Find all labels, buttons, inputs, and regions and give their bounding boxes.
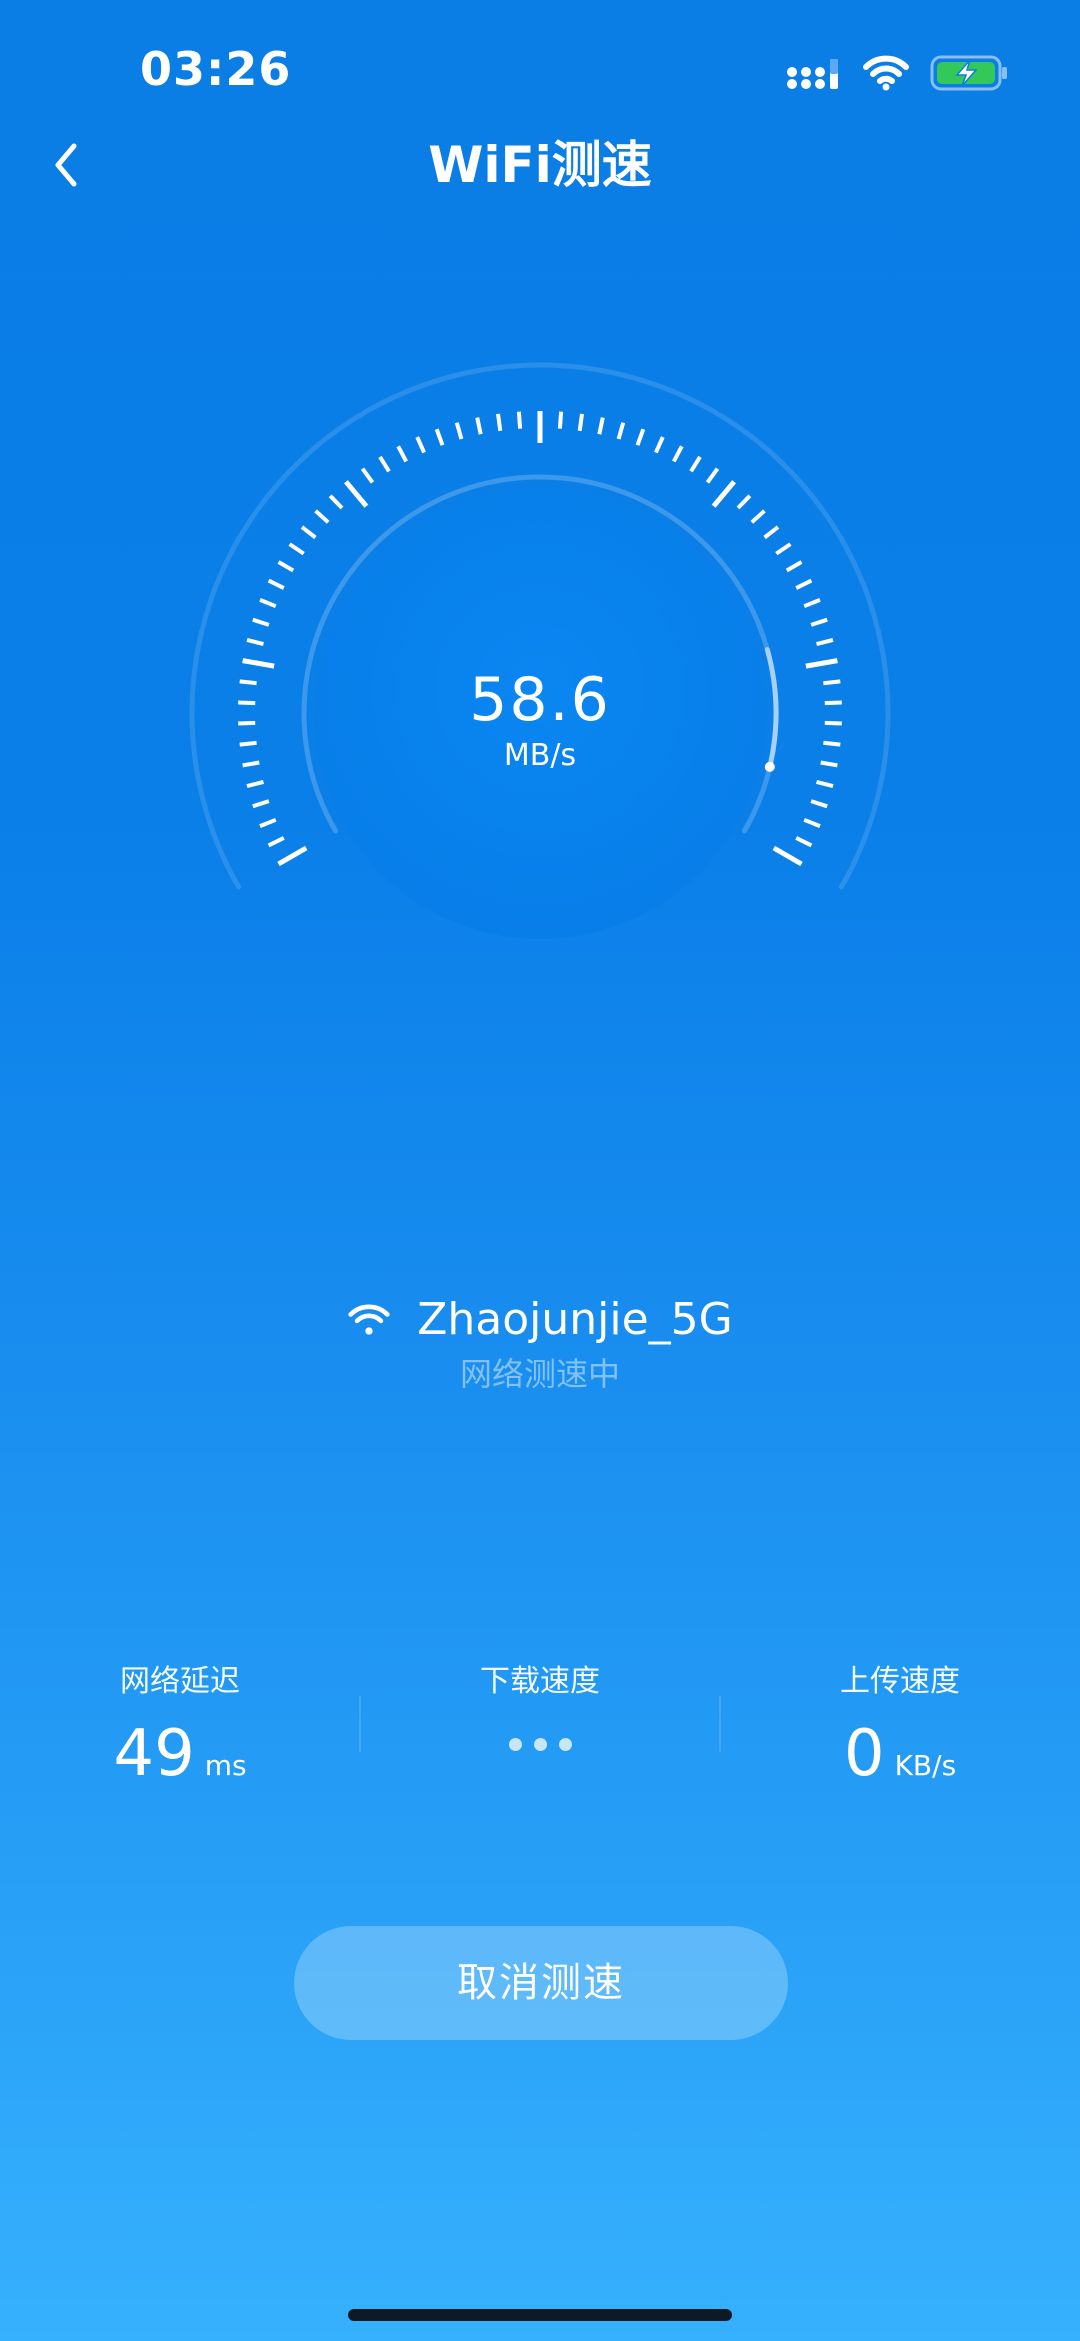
gauge-minor-tick bbox=[795, 578, 813, 590]
gauge-minor-tick bbox=[816, 637, 834, 647]
gauge-minor-tick bbox=[689, 455, 702, 473]
gauge-major-tick bbox=[343, 480, 369, 508]
upload-value: 0 bbox=[843, 1717, 885, 1791]
download-stat: 下载速度 bbox=[360, 1660, 720, 1784]
speed-value: 58.6 bbox=[469, 665, 611, 735]
gauge-minor-tick bbox=[267, 836, 285, 848]
latency-label: 网络延迟 bbox=[120, 1664, 240, 1699]
speed-gauge bbox=[189, 362, 891, 939]
gauge-minor-tick bbox=[252, 799, 270, 809]
gauge-minor-tick bbox=[415, 436, 426, 454]
gauge-minor-tick bbox=[396, 445, 408, 463]
gauge-minor-tick bbox=[810, 617, 828, 627]
gauge-minor-tick bbox=[496, 413, 503, 432]
gauge-minor-tick bbox=[328, 494, 344, 510]
gauge-minor-tick bbox=[288, 542, 305, 556]
upload-label: 上传速度 bbox=[840, 1664, 960, 1699]
gauge-minor-tick bbox=[763, 525, 780, 540]
gauge-minor-tick bbox=[277, 560, 295, 573]
gauge-minor-tick bbox=[259, 598, 277, 609]
latency-unit: ms bbox=[204, 1749, 247, 1782]
gauge-minor-tick bbox=[360, 467, 375, 484]
speed-unit: MB/s bbox=[503, 738, 577, 773]
speed-stats: 网络延迟 49 ms 下载速度 上传速度 0 KB/s bbox=[0, 1660, 1080, 1800]
gauge-major-tick bbox=[772, 845, 803, 867]
gauge-minor-tick bbox=[736, 494, 752, 510]
loading-dot bbox=[558, 1737, 572, 1751]
gauge-minor-tick bbox=[816, 779, 834, 789]
loading-dot bbox=[533, 1737, 547, 1751]
gauge-minor-tick bbox=[654, 436, 665, 454]
gauge-minor-tick bbox=[635, 428, 646, 446]
gauge-minor-tick bbox=[750, 509, 766, 524]
upload-stat: 上传速度 0 KB/s bbox=[720, 1660, 1080, 1794]
gauge-minor-tick bbox=[775, 542, 792, 556]
latency-stat: 网络延迟 49 ms bbox=[0, 1660, 360, 1794]
gauge-minor-tick bbox=[803, 817, 821, 828]
download-label: 下载速度 bbox=[480, 1664, 600, 1699]
status-icons bbox=[786, 50, 1010, 96]
cancel-test-button[interactable]: 取消测速 bbox=[294, 1926, 788, 2040]
home-indicator bbox=[348, 2309, 732, 2321]
page-title: WiFi测速 bbox=[428, 136, 652, 194]
loading-dot bbox=[508, 1737, 522, 1751]
gauge-minor-tick bbox=[267, 578, 285, 590]
latency-value: 49 bbox=[113, 1717, 195, 1791]
gauge-minor-tick bbox=[259, 817, 277, 828]
gauge-minor-tick bbox=[246, 779, 264, 789]
gauge-minor-tick bbox=[246, 637, 264, 647]
network-status: 网络测速中 bbox=[459, 1355, 620, 1393]
upload-unit: KB/s bbox=[894, 1749, 957, 1782]
gauge-minor-tick bbox=[616, 422, 626, 440]
gauge-major-tick bbox=[711, 480, 737, 508]
network-name: Zhaojunjie_5G bbox=[417, 1294, 733, 1345]
gauge-minor-tick bbox=[454, 422, 464, 440]
gauge-minor-tick bbox=[597, 417, 605, 435]
gauge-minor-tick bbox=[252, 617, 270, 627]
gauge-minor-tick bbox=[314, 509, 330, 524]
gauge-minor-tick bbox=[672, 445, 684, 463]
gauge-minor-tick bbox=[557, 411, 564, 429]
network-info: Zhaojunjie_5G bbox=[0, 1290, 1080, 1350]
wifi-icon bbox=[348, 1304, 390, 1335]
gauge-minor-tick bbox=[516, 411, 523, 429]
cellular-signal-icon bbox=[787, 59, 838, 89]
gauge-minor-tick bbox=[577, 413, 584, 432]
wifi-speed-test-screen: 03:26 WiFi测速 58.6 MB/s Zhaojunjie_5G 网络测… bbox=[0, 0, 1080, 2341]
wifi-status-icon bbox=[863, 55, 909, 91]
gauge-major-tick bbox=[277, 845, 308, 867]
battery-charging-icon bbox=[930, 55, 1007, 91]
gauge-minor-tick bbox=[810, 799, 828, 809]
gauge-minor-tick bbox=[803, 598, 821, 609]
gauge-minor-tick bbox=[378, 455, 391, 473]
gauge-minor-tick bbox=[795, 836, 813, 848]
gauge-minor-tick bbox=[475, 417, 483, 435]
gauge-minor-tick bbox=[705, 467, 720, 484]
status-time: 03:26 bbox=[140, 42, 292, 96]
gauge-minor-tick bbox=[300, 525, 317, 540]
gauge-minor-tick bbox=[785, 560, 803, 573]
gauge-minor-tick bbox=[434, 428, 445, 446]
loading-dots bbox=[360, 1704, 720, 1784]
